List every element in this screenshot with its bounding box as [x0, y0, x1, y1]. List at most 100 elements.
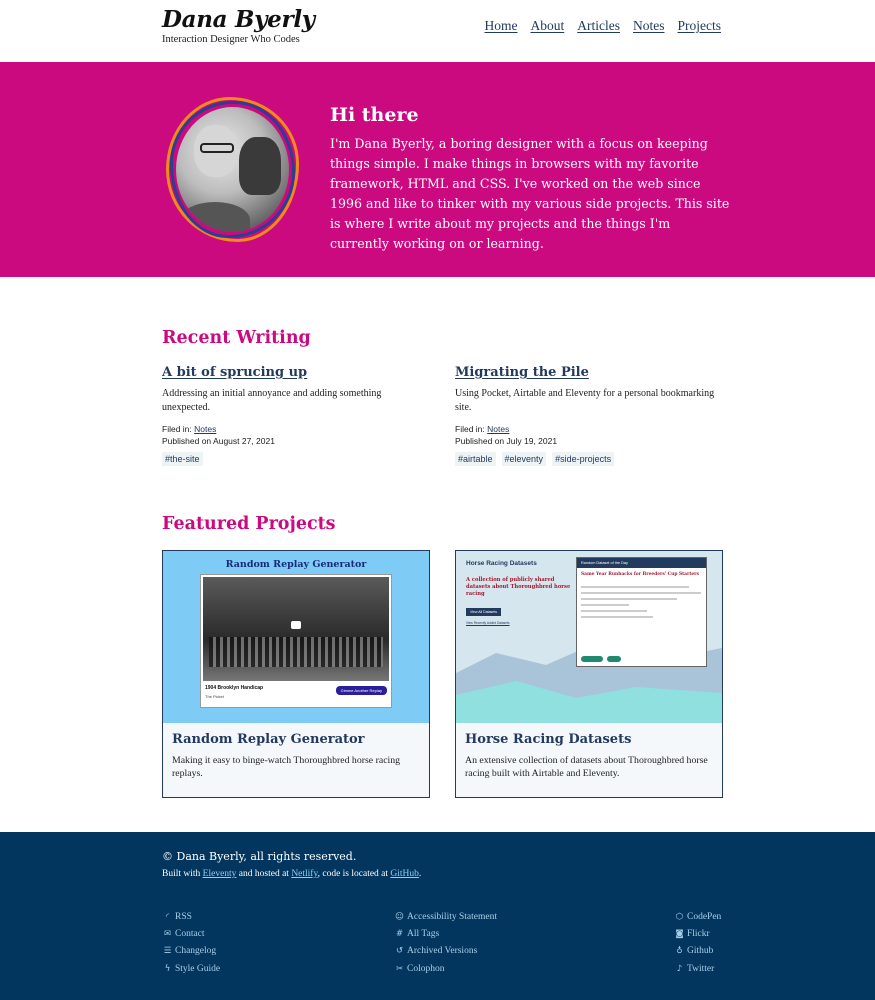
post-date: Published on August 27, 2021: [162, 436, 275, 446]
project-card[interactable]: Random Replay Generator 1904 Brooklyn Ha…: [162, 550, 430, 798]
post-card: A bit of sprucing up Addressing an initi…: [162, 365, 422, 466]
footer-link-flickr[interactable]: ◙ Flickr: [674, 925, 721, 942]
photo-dog: [239, 137, 281, 195]
photo-glasses: [200, 143, 234, 153]
nav-notes[interactable]: Notes: [633, 18, 665, 34]
footer-link-accessibility[interactable]: ☺ Accessibility Statement: [394, 908, 497, 925]
bolt-icon: ϟ: [164, 963, 171, 974]
project-screenshot: Random Replay Generator 1904 Brooklyn Ha…: [163, 551, 429, 723]
footer-link-label: Archived Versions: [407, 946, 478, 957]
footer-link-archived[interactable]: ↺ Archived Versions: [394, 943, 497, 960]
footer-col-social: ⬡ CodePen ◙ Flickr ♁ Github ♪ Twitter: [674, 908, 721, 977]
post-title-link[interactable]: Migrating the Pile: [455, 365, 715, 380]
footer-link-label: Flickr: [687, 928, 710, 939]
footer-link-codepen[interactable]: ⬡ CodePen: [674, 908, 722, 925]
nav-articles[interactable]: Articles: [577, 18, 620, 34]
screenshot-subheading: A collection of publicly shared datasets…: [466, 577, 571, 597]
twitter-icon: ♪: [676, 963, 683, 974]
accessibility-icon: ☺: [395, 911, 404, 922]
project-title: Horse Racing Datasets: [465, 732, 632, 747]
hero-title: Hi there: [330, 104, 419, 126]
github-icon: ♁: [676, 946, 683, 957]
github-link[interactable]: GitHub: [390, 869, 419, 879]
tag-link[interactable]: #airtable: [455, 452, 496, 466]
site-tagline: Interaction Designer Who Codes: [162, 34, 300, 45]
post-tags: #the-site: [162, 452, 422, 466]
footer-link-label: All Tags: [407, 928, 440, 939]
footer-link-label: Contact: [175, 928, 205, 939]
video-player: [203, 577, 389, 681]
screenshot-button: View All Datasets: [466, 608, 501, 616]
footer-col-site: ◜ RSS ✉ Contact ☰ Changelog ϟ Style Guide: [162, 908, 220, 977]
footer-link-tags[interactable]: # All Tags: [394, 925, 497, 942]
footer-link-label: Twitter: [687, 963, 715, 974]
hash-icon: #: [395, 928, 404, 939]
site-title-link[interactable]: Dana Byerly: [162, 6, 315, 34]
footer-link-label: Style Guide: [175, 963, 221, 974]
main-nav: Home About Articles Notes Projects: [485, 18, 722, 34]
footer-link-style-guide[interactable]: ϟ Style Guide: [162, 960, 220, 977]
footer-link-rss[interactable]: ◜ RSS: [162, 908, 220, 925]
nav-projects[interactable]: Projects: [678, 18, 722, 34]
tag-link[interactable]: #the-site: [162, 452, 203, 466]
eleventy-link[interactable]: Eleventy: [203, 869, 237, 879]
filed-label: Filed in:: [162, 424, 192, 434]
post-tags: #airtable #eleventy #side-projects: [455, 452, 715, 466]
built-text: and hosted at: [238, 869, 289, 879]
post-title-link[interactable]: A bit of sprucing up: [162, 365, 422, 380]
project-screenshot: Horse Racing Datasets A collection of pu…: [456, 551, 722, 723]
panel-pill: [607, 656, 621, 662]
footer-link-twitter[interactable]: ♪ Twitter: [674, 960, 721, 977]
video-frame: 1904 Brooklyn Handicap The Picket Gimme …: [200, 574, 392, 708]
screenshot-heading: Random Replay Generator: [225, 559, 367, 570]
category-link[interactable]: Notes: [194, 424, 216, 434]
hero: Hi there I'm Dana Byerly, a boring desig…: [0, 62, 875, 277]
nav-about[interactable]: About: [531, 18, 565, 34]
tools-icon: ✂: [395, 963, 404, 974]
project-card[interactable]: Horse Racing Datasets A collection of pu…: [455, 550, 723, 798]
footer-link-label: Changelog: [175, 946, 217, 957]
footer-link-changelog[interactable]: ☰ Changelog: [162, 943, 220, 960]
nav-home[interactable]: Home: [485, 18, 518, 34]
built-text: , code is located at: [317, 869, 389, 879]
post-filed-in: Filed in: Notes: [162, 423, 422, 435]
built-with: Built with Eleventy and hosted at Netlif…: [162, 869, 421, 879]
tag-link[interactable]: #side-projects: [552, 452, 615, 466]
post-date: Published on July 19, 2021: [455, 436, 558, 446]
camera-icon: ◙: [675, 928, 684, 939]
footer-link-label: CodePen: [687, 911, 722, 922]
rss-icon: ◜: [165, 911, 170, 922]
video-caption: 1904 Brooklyn Handicap: [205, 685, 264, 691]
footer-link-label: Accessibility Statement: [407, 911, 497, 922]
category-link[interactable]: Notes: [487, 424, 509, 434]
post-summary: Using Pocket, Airtable and Eleventy for …: [455, 388, 715, 413]
screenshot-heading: Horse Racing Datasets: [466, 560, 537, 567]
project-description: Making it easy to binge-watch Thoroughbr…: [172, 755, 401, 779]
history-icon: ↺: [395, 946, 404, 957]
tag-link[interactable]: #eleventy: [501, 452, 547, 466]
video-crowd: [209, 637, 383, 667]
panel-header: Random Dataset of the Day: [577, 558, 706, 568]
screenshot-link: View Recently Added Datasets: [466, 621, 510, 625]
footer-link-github[interactable]: ♁ Github: [674, 943, 721, 960]
screenshot-button: Gimme Another Replay: [335, 686, 387, 695]
footer-link-colophon[interactable]: ✂ Colophon: [394, 960, 497, 977]
built-text: .: [418, 869, 422, 879]
avatar-photo: [176, 107, 289, 232]
photo-body: [180, 202, 250, 232]
footer-col-meta: ☺ Accessibility Statement # All Tags ↺ Arch…: [394, 908, 497, 977]
project-title: Random Replay Generator: [172, 732, 365, 747]
hero-text: I'm Dana Byerly, a boring designer with …: [330, 136, 730, 251]
post-card: Migrating the Pile Using Pocket, Airtabl…: [455, 365, 715, 466]
video-subcaption: The Picket: [205, 694, 224, 699]
netlify-link[interactable]: Netlify: [291, 869, 317, 879]
footer-link-label: RSS: [175, 911, 192, 922]
avatar: [166, 97, 299, 242]
site-footer: © Dana Byerly, all rights reserved. Buil…: [0, 832, 875, 1000]
project-description: An extensive collection of datasets abou…: [465, 755, 708, 779]
post-summary: Addressing an initial annoyance and addi…: [162, 388, 382, 413]
footer-link-contact[interactable]: ✉ Contact: [162, 925, 220, 942]
panel-text-lines: [581, 586, 701, 622]
featured-projects-title: Featured Projects: [162, 514, 336, 534]
filed-label: Filed in:: [455, 424, 485, 434]
